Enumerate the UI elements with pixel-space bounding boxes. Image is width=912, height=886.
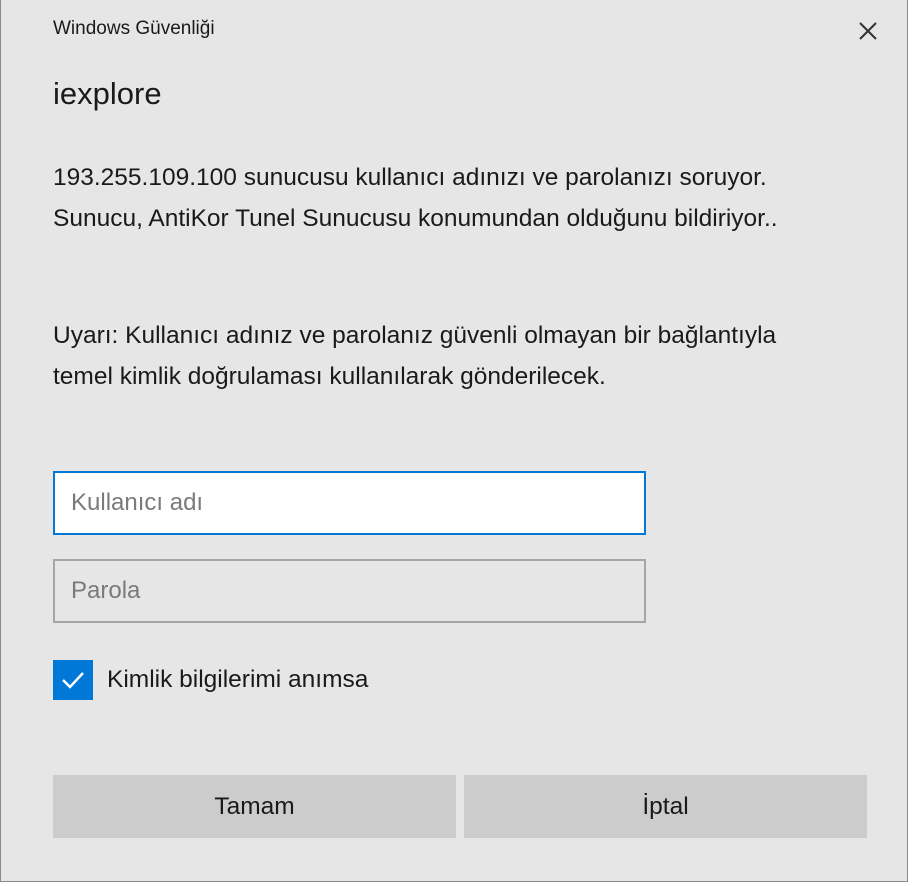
checkbox-box[interactable]	[53, 660, 93, 700]
title-bar: Windows Güvenliği	[1, 0, 907, 62]
username-input[interactable]	[53, 471, 646, 535]
remember-credentials-label: Kimlik bilgilerimi anımsa	[107, 666, 369, 693]
window-title: Windows Güvenliği	[53, 18, 215, 39]
checkmark-icon	[62, 672, 84, 689]
server-message: 193.255.109.100 sunucusu kullanıcı adını…	[53, 164, 778, 232]
password-input[interactable]	[53, 559, 646, 623]
warning-message: Uyarı: Kullanıcı adınız ve parolanız güv…	[53, 322, 777, 390]
close-icon	[859, 22, 877, 40]
cancel-button[interactable]: İptal	[464, 775, 867, 838]
credential-dialog: Windows Güvenliği iexplore 193.255.109.1…	[0, 0, 908, 882]
ok-button[interactable]: Tamam	[53, 775, 456, 838]
close-button[interactable]	[851, 14, 885, 48]
app-name: iexplore	[53, 76, 162, 111]
remember-credentials-checkbox[interactable]: Kimlik bilgilerimi anımsa	[53, 659, 368, 701]
